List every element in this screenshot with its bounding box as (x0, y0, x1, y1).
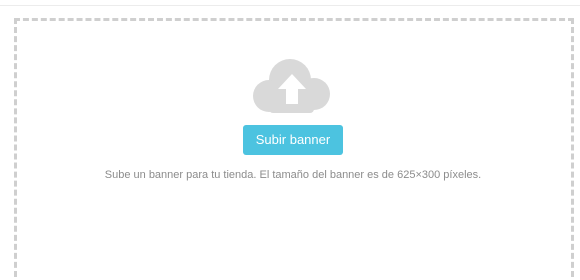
banner-upload-page: Subir banner Sube un banner para tu tien… (0, 0, 580, 280)
banner-help-text: Sube un banner para tu tienda. El tamaño… (104, 169, 482, 181)
cloud-upload-icon (253, 59, 330, 113)
divider (0, 5, 580, 6)
upload-banner-button[interactable]: Subir banner (243, 125, 343, 155)
